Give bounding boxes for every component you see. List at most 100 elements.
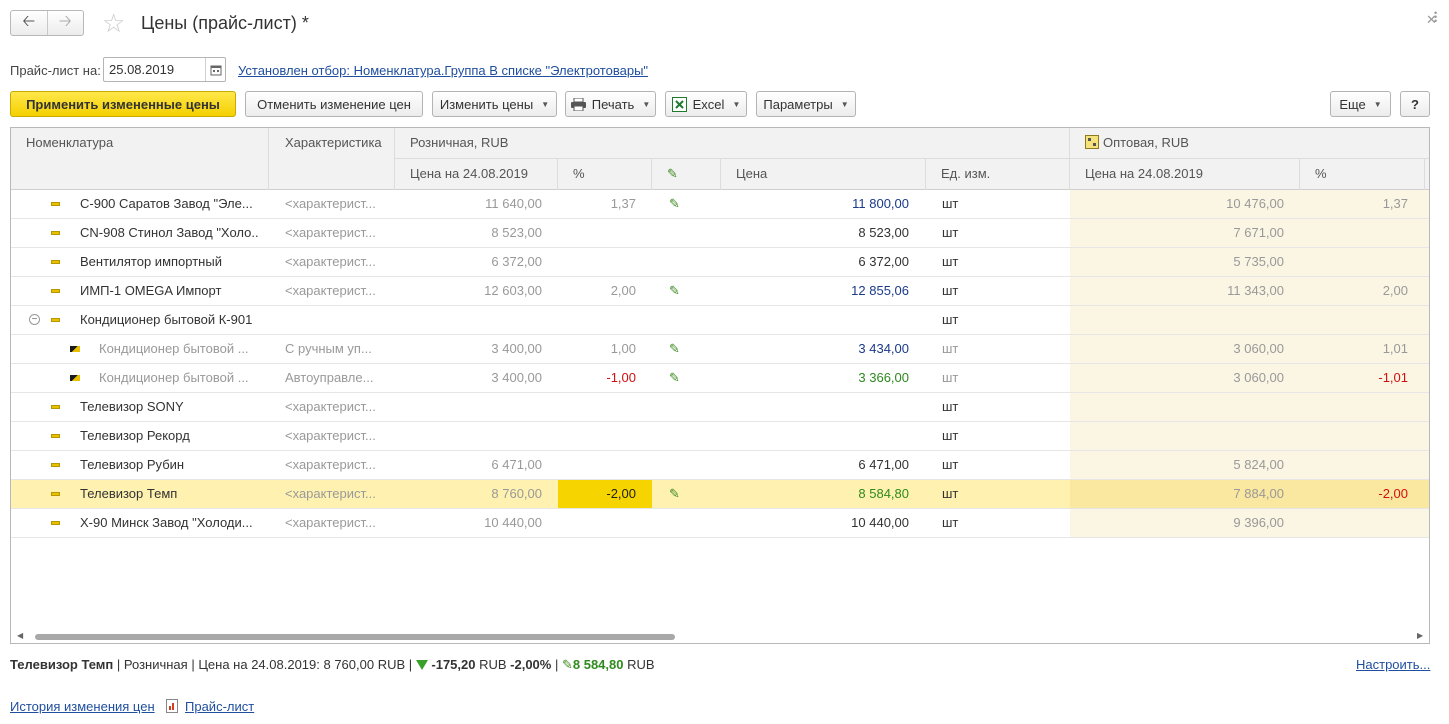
col-price[interactable]: Цена — [721, 159, 926, 190]
table-row[interactable]: Телевизор SONY <характерист... шт — [11, 393, 1429, 422]
cell-price[interactable] — [721, 306, 909, 334]
cell-wholesale-percent[interactable]: 1,01 — [1300, 335, 1408, 363]
cell-nomenclature[interactable]: Телевизор Рекорд — [80, 422, 259, 450]
cell-nomenclature[interactable]: Телевизор Рубин — [80, 451, 259, 479]
price-history-link[interactable]: История изменения цен — [10, 699, 155, 714]
table-row[interactable]: Х-90 Минск Завод "Холоди... <характерист.… — [11, 509, 1429, 538]
cell-price[interactable]: 8 523,00 — [721, 219, 909, 247]
cell-percent[interactable] — [558, 306, 652, 334]
table-row[interactable]: ИМП-1 OMEGA Импорт <характерист... 12 603,… — [11, 277, 1429, 306]
pencil-icon[interactable]: ✎ — [669, 277, 689, 305]
pencil-icon[interactable]: ✎ — [669, 335, 689, 363]
cell-characteristic[interactable]: <характерист... — [285, 422, 389, 450]
table-row[interactable]: Телевизор Темп <характерист... 8 760,00 -2,… — [11, 480, 1429, 509]
col-wholesale-percent[interactable]: % — [1300, 159, 1425, 190]
cell-percent[interactable] — [558, 451, 652, 479]
calendar-button[interactable] — [205, 58, 225, 81]
forward-button[interactable]: 🡢 — [46, 11, 84, 35]
cell-price[interactable]: 8 584,80 — [721, 480, 909, 508]
cell-wholesale-percent[interactable] — [1300, 393, 1408, 421]
cell-percent[interactable] — [558, 509, 652, 537]
col-characteristic[interactable]: Характеристика — [269, 128, 395, 190]
cell-percent[interactable]: 2,00 — [558, 277, 652, 305]
cell-nomenclature[interactable]: ИМП-1 OMEGA Импорт — [80, 277, 259, 305]
filter-link[interactable]: Установлен отбор: Номенклатура.Группа В … — [238, 63, 648, 78]
apply-prices-button[interactable]: Применить измененные цены — [10, 91, 236, 117]
cell-price[interactable]: 12 855,06 — [721, 277, 909, 305]
cell-wholesale-percent[interactable]: -2,00 — [1300, 480, 1408, 508]
cell-characteristic[interactable]: <характерист... — [285, 190, 389, 218]
cell-nomenclature[interactable]: Кондиционер бытовой ... — [99, 335, 259, 363]
help-button[interactable]: ? — [1400, 91, 1430, 117]
cell-percent[interactable] — [558, 393, 652, 421]
cell-wholesale-percent[interactable] — [1300, 219, 1408, 247]
table-row[interactable]: Вентилятор импортный <характерист... 6 372… — [11, 248, 1429, 277]
cell-price[interactable] — [721, 393, 909, 421]
cell-price[interactable]: 6 471,00 — [721, 451, 909, 479]
cell-characteristic[interactable] — [285, 306, 389, 334]
cell-characteristic[interactable]: <характерист... — [285, 277, 389, 305]
cell-nomenclature[interactable]: Кондиционер бытовой К-901 — [80, 306, 259, 334]
cell-percent[interactable]: -2,00 — [558, 480, 652, 508]
cell-characteristic[interactable]: Автоуправле... — [285, 364, 389, 392]
cell-nomenclature[interactable]: Вентилятор импортный — [80, 248, 259, 276]
scroll-right-icon[interactable]: ▶ — [1417, 631, 1423, 640]
table-row[interactable]: − Кондиционер бытовой К-901 шт — [11, 306, 1429, 335]
cell-price[interactable]: 3 366,00 — [721, 364, 909, 392]
collapse-icon[interactable]: − — [29, 314, 40, 325]
scroll-left-icon[interactable]: ◀ — [17, 631, 23, 640]
cell-nomenclature[interactable]: Кондиционер бытовой ... — [99, 364, 259, 392]
customize-link[interactable]: Настроить... — [1356, 657, 1430, 672]
pencil-icon[interactable]: ✎ — [669, 364, 689, 392]
cell-wholesale-percent[interactable]: 1,37 — [1300, 190, 1408, 218]
cell-percent[interactable] — [558, 248, 652, 276]
change-prices-button[interactable]: Изменить цены ▼ — [432, 91, 557, 117]
cell-wholesale-percent[interactable] — [1300, 306, 1408, 334]
cell-wholesale-percent[interactable] — [1300, 509, 1408, 537]
cell-nomenclature[interactable]: Телевизор Темп — [80, 480, 259, 508]
cell-characteristic[interactable]: <характерист... — [285, 219, 389, 247]
col-wholesale-old-price[interactable]: Цена на 24.08.2019 — [1070, 159, 1300, 190]
date-field[interactable]: 25.08.2019 — [103, 57, 226, 82]
cell-wholesale-percent[interactable] — [1300, 451, 1408, 479]
col-unit[interactable]: Ед. изм. — [926, 159, 1070, 190]
favorite-star-icon[interactable]: ☆ — [102, 8, 125, 38]
pencil-icon[interactable]: ✎ — [669, 190, 689, 218]
parameters-button[interactable]: Параметры ▼ — [756, 91, 856, 117]
cell-percent[interactable]: -1,00 — [558, 364, 652, 392]
more-button[interactable]: Еще ▼ — [1330, 91, 1391, 117]
scroll-thumb[interactable] — [35, 634, 675, 640]
cell-characteristic[interactable]: <характерист... — [285, 480, 389, 508]
table-row[interactable]: Телевизор Рубин <характерист... 6 471,00 6 … — [11, 451, 1429, 480]
cell-percent[interactable]: 1,37 — [558, 190, 652, 218]
cell-percent[interactable] — [558, 219, 652, 247]
col-old-price[interactable]: Цена на 24.08.2019 — [395, 159, 558, 190]
cell-wholesale-percent[interactable] — [1300, 248, 1408, 276]
cell-wholesale-percent[interactable]: 2,00 — [1300, 277, 1408, 305]
cell-characteristic[interactable]: С ручным уп... — [285, 335, 389, 363]
cell-wholesale-percent[interactable]: -1,01 — [1300, 364, 1408, 392]
date-value[interactable]: 25.08.2019 — [104, 58, 205, 81]
cell-characteristic[interactable]: <характерист... — [285, 393, 389, 421]
cell-price[interactable]: 6 372,00 — [721, 248, 909, 276]
table-row[interactable]: С-900 Саратов Завод "Эле... <характерист.… — [11, 190, 1429, 219]
table-row[interactable]: Телевизор Рекорд <характерист... шт — [11, 422, 1429, 451]
cancel-changes-button[interactable]: Отменить изменение цен — [245, 91, 423, 117]
cell-percent[interactable]: 1,00 — [558, 335, 652, 363]
cell-wholesale-percent[interactable] — [1300, 422, 1408, 450]
cell-price[interactable]: 11 800,00 — [721, 190, 909, 218]
cell-nomenclature[interactable]: Х-90 Минск Завод "Холоди... — [80, 509, 259, 537]
back-button[interactable]: 🡠 — [11, 11, 47, 35]
cell-nomenclature[interactable]: CN-908 Стинол Завод "Холо... — [80, 219, 259, 247]
print-button[interactable]: Печать ▼ — [565, 91, 656, 117]
cell-characteristic[interactable]: <характерист... — [285, 451, 389, 479]
table-row[interactable]: CN-908 Стинол Завод "Холо... <характерист… — [11, 219, 1429, 248]
table-row[interactable]: Кондиционер бытовой ... С ручным уп... 3 4… — [11, 335, 1429, 364]
cell-nomenclature[interactable]: Телевизор SONY — [80, 393, 259, 421]
pencil-icon[interactable]: ✎ — [669, 480, 689, 508]
col-nomenclature[interactable]: Номенклатура — [11, 128, 269, 190]
horizontal-scrollbar[interactable]: ◀ ▶ — [11, 631, 1429, 643]
more-vertical-icon[interactable]: • • • — [1434, 9, 1437, 26]
table-row[interactable]: Кондиционер бытовой ... Автоуправле... 3 4… — [11, 364, 1429, 393]
cell-nomenclature[interactable]: С-900 Саратов Завод "Эле... — [80, 190, 259, 218]
